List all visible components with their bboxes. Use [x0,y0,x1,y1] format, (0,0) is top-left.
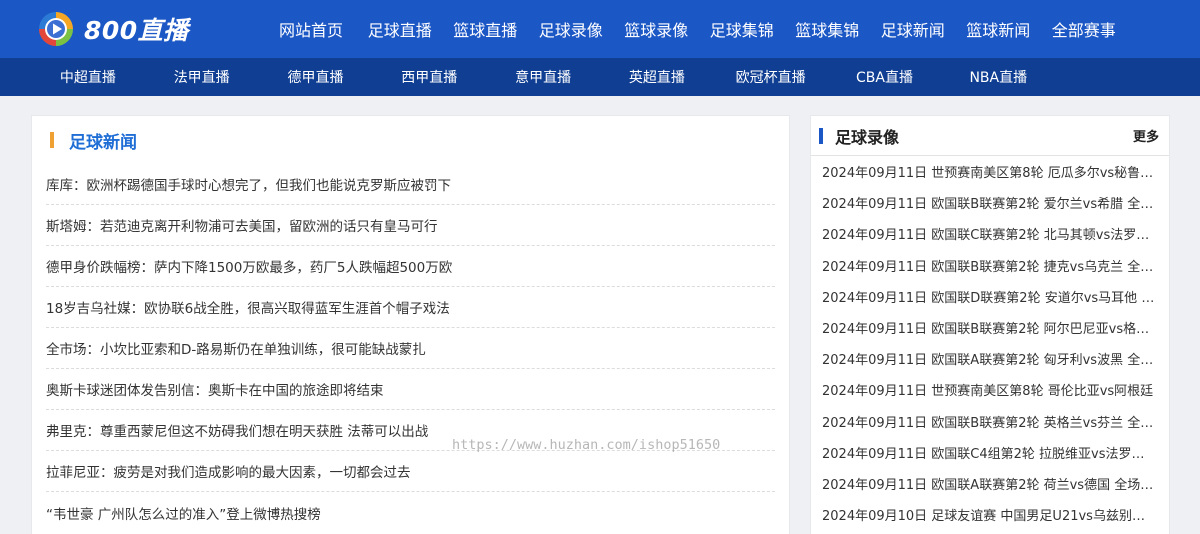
news-item[interactable]: 斯塔姆：若范迪克离开利物浦可去美国，留欧洲的话只有皇马可行 [46,205,775,246]
nav-item-basketball-news[interactable]: 篮球新闻 [956,17,1042,41]
sub-nav: 中超直播 法甲直播 德甲直播 西甲直播 意甲直播 英超直播 欧冠杯直播 CBA直… [0,58,1200,96]
main-nav: 网站首页 足球直播 篮球直播 足球录像 篮球录像 足球集锦 篮球集锦 足球新闻 … [265,17,1127,41]
nav-item-football-live[interactable]: 足球直播 [357,17,443,41]
video-item-text: 2024年09月11日 欧国联B联赛第2轮 捷克vs乌克兰 全场录像 [822,259,1155,275]
play-logo-icon [38,11,74,47]
watermark: https://www.huzhan.com/ishop51650 [452,437,721,453]
video-item[interactable]: 2024年09月11日 世预赛南美区第8轮 厄瓜多尔vs秘鲁 全场录像 [811,156,1169,187]
video-item[interactable]: 2024年09月11日 欧国联C联赛第2轮 北马其顿vs法罗群岛 [811,218,1169,249]
news-panel: 足球新闻 库库：欧洲杯踢德国手球时心想完了，但我们也能说克罗斯应被罚下 斯塔姆：… [31,115,790,534]
more-link[interactable]: 更多 [1133,126,1159,145]
top-header: 800直播 网站首页 足球直播 篮球直播 足球录像 篮球录像 足球集锦 篮球集锦… [0,0,1200,58]
video-panel-header: 足球录像 更多 [811,116,1169,156]
news-panel-title: 足球新闻 [69,132,137,153]
news-item[interactable]: 库库：欧洲杯踢德国手球时心想完了，但我们也能说克罗斯应被罚下 [46,164,775,205]
nav-item-basketball-highlights[interactable]: 篮球集锦 [785,17,871,41]
video-item[interactable]: 2024年09月10日 足球友谊赛 中国男足U21vs乌兹别克斯坦 [811,499,1169,530]
news-item[interactable]: 拉菲尼亚：疲劳是对我们造成影响的最大因素，一切都会过去 [46,451,775,492]
news-list: 库库：欧洲杯踢德国手球时心想完了，但我们也能说克罗斯应被罚下 斯塔姆：若范迪克离… [32,164,789,533]
logo-text: 800直播 [84,16,189,45]
news-panel-header: 足球新闻 [32,116,789,164]
subnav-item-nba[interactable]: NBA直播 [941,67,1055,87]
video-item[interactable]: 2024年09月11日 欧国联B联赛第2轮 阿尔巴尼亚vs格鲁吉亚 [811,312,1169,343]
video-item-text: 2024年09月11日 欧国联C联赛第2轮 北马其顿vs法罗群岛 [822,228,1155,244]
nav-item-basketball-live[interactable]: 篮球直播 [443,17,529,41]
nav-item-all-events[interactable]: 全部赛事 [1041,17,1127,41]
video-item-text: 2024年09月11日 欧国联B联赛第2轮 英格兰vs芬兰 全场录像 [822,415,1155,431]
news-item[interactable]: 全市场：小坎比亚索和D-路易斯仍在单独训练，很可能缺战蒙扎 [46,328,775,369]
video-item[interactable]: 2024年09月11日 欧国联A联赛第2轮 荷兰vs德国 全场录像 [811,468,1169,499]
video-item-text: 2024年09月11日 欧国联A联赛第2轮 荷兰vs德国 全场录像 [822,477,1155,493]
video-accent-bar [819,127,823,144]
video-panel-title: 足球录像 [835,127,900,147]
video-item-text: 2024年09月11日 欧国联D联赛第2轮 安道尔vs马耳他 全场 [822,290,1155,306]
subnav-item-cba[interactable]: CBA直播 [828,67,942,87]
subnav-item-epl[interactable]: 英超直播 [600,67,714,87]
video-item[interactable]: 2024年09月11日 欧国联C4组第2轮 拉脱维亚vs法罗群岛 [811,437,1169,468]
subnav-item-seriea[interactable]: 意甲直播 [486,67,600,87]
nav-item-home[interactable]: 网站首页 [265,17,357,41]
news-item[interactable]: 奥斯卡球迷团体发告别信：奥斯卡在中国的旅途即将结束 [46,369,775,410]
video-item-text: 2024年09月11日 世预赛南美区第8轮 哥伦比亚vs阿根廷 [822,384,1154,400]
news-accent-bar [50,132,54,148]
nav-item-football-highlights[interactable]: 足球集锦 [699,17,785,41]
nav-item-basketball-video[interactable]: 篮球录像 [614,17,700,41]
video-panel: 足球录像 更多 2024年09月11日 世预赛南美区第8轮 厄瓜多尔vs秘鲁 全… [810,115,1170,534]
news-item[interactable]: 18岁吉乌社媒：欧协联6战全胜，很高兴取得蓝军生涯首个帽子戏法 [46,287,775,328]
news-item[interactable]: “韦世豪 广州队怎么过的准入”登上微博热搜榜 [46,492,775,533]
logo[interactable]: 800直播 [0,0,265,58]
subnav-item-ucl[interactable]: 欧冠杯直播 [714,67,828,87]
video-item[interactable]: 2024年09月11日 欧国联D联赛第2轮 安道尔vs马耳他 全场 [811,281,1169,312]
video-list: 2024年09月11日 世预赛南美区第8轮 厄瓜多尔vs秘鲁 全场录像 2024… [811,156,1169,530]
news-item[interactable]: 德甲身价跌幅榜：萨内下降1500万欧最多，药厂5人跌幅超500万欧 [46,246,775,287]
video-item-text: 2024年09月11日 欧国联B联赛第2轮 爱尔兰vs希腊 全场录像 [822,197,1155,213]
nav-item-football-news[interactable]: 足球新闻 [870,17,956,41]
video-item-text: 2024年09月11日 世预赛南美区第8轮 厄瓜多尔vs秘鲁 全场录像 [822,166,1155,182]
video-item[interactable]: 2024年09月11日 世预赛南美区第8轮 哥伦比亚vs阿根廷 [811,374,1169,405]
subnav-item-bundesliga[interactable]: 德甲直播 [259,67,373,87]
nav-item-football-video[interactable]: 足球录像 [528,17,614,41]
video-item[interactable]: 2024年09月11日 欧国联B联赛第2轮 爱尔兰vs希腊 全场录像 [811,187,1169,218]
video-item[interactable]: 2024年09月11日 欧国联A联赛第2轮 匈牙利vs波黑 全场录像 [811,343,1169,374]
subnav-item-csl[interactable]: 中超直播 [31,67,145,87]
video-item[interactable]: 2024年09月11日 欧国联B联赛第2轮 捷克vs乌克兰 全场录像 [811,250,1169,281]
video-item-text: 2024年09月11日 欧国联C4组第2轮 拉脱维亚vs法罗群岛 [822,446,1155,462]
video-item-text: 2024年09月11日 欧国联A联赛第2轮 匈牙利vs波黑 全场录像 [822,353,1155,369]
subnav-item-ligue1[interactable]: 法甲直播 [145,67,259,87]
video-item[interactable]: 2024年09月11日 欧国联B联赛第2轮 英格兰vs芬兰 全场录像 [811,406,1169,437]
video-item-text: 2024年09月10日 足球友谊赛 中国男足U21vs乌兹别克斯坦 [822,509,1155,525]
video-item-text: 2024年09月11日 欧国联B联赛第2轮 阿尔巴尼亚vs格鲁吉亚 [822,322,1155,338]
subnav-item-laliga[interactable]: 西甲直播 [372,67,486,87]
